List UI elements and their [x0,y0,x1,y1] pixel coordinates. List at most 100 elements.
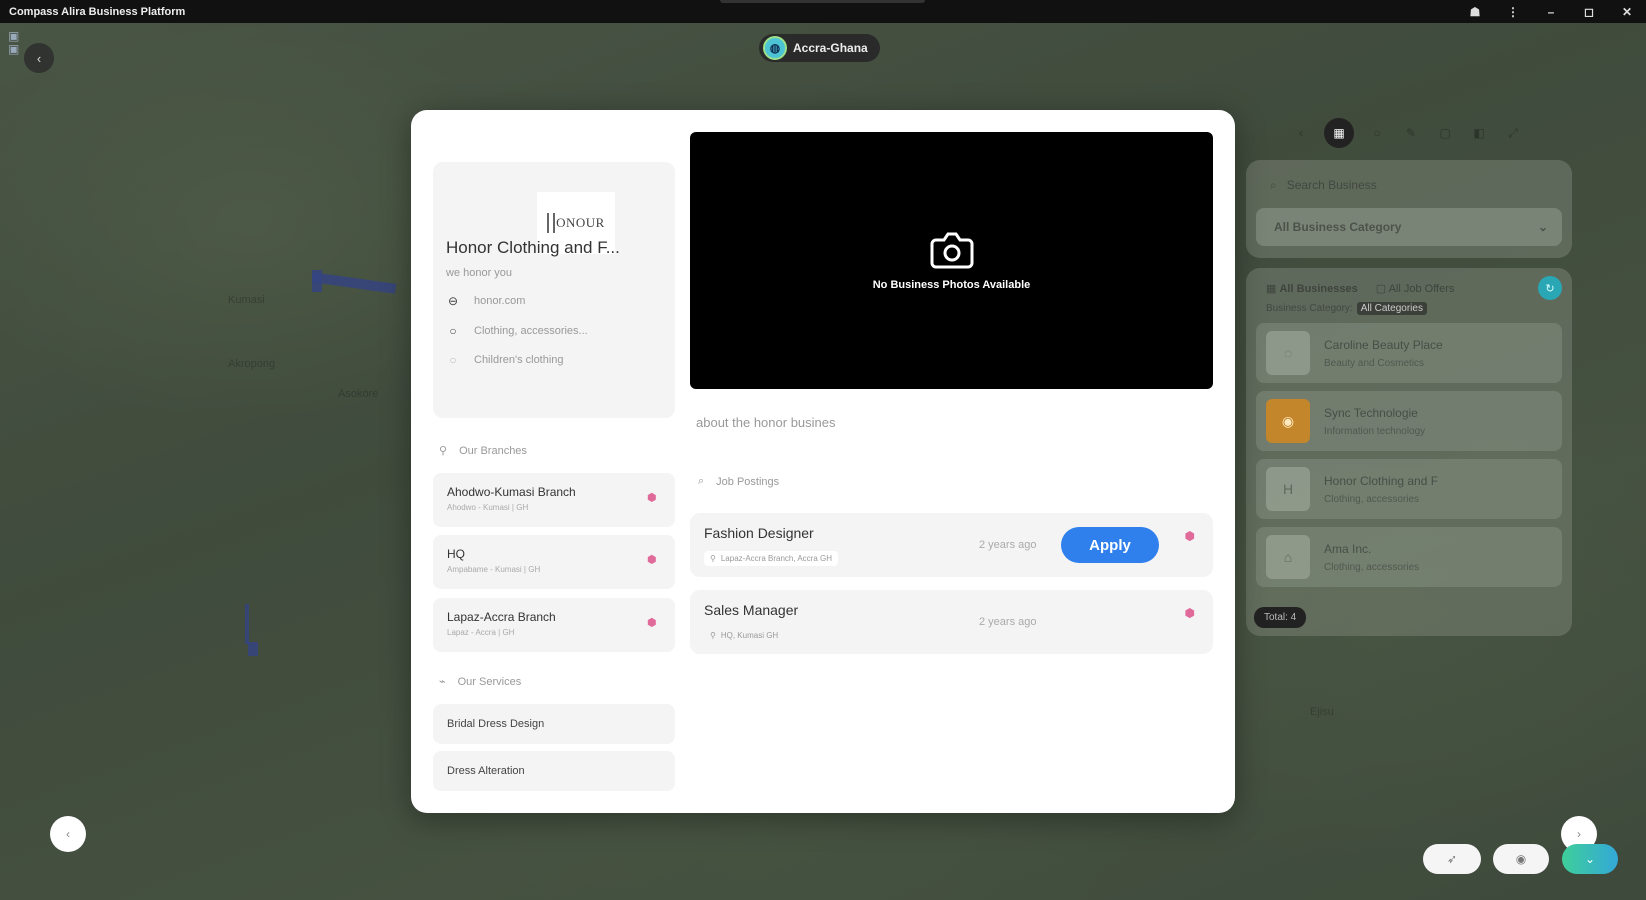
window-title: Compass Alira Business Platform [9,5,186,18]
list-item[interactable]: ⌂ Ama Inc. Clothing, accessories [1256,527,1562,587]
square-tool-icon[interactable]: ▢ [1434,122,1456,144]
list-item[interactable]: ◉ Sync Technologie Information technology [1256,391,1562,451]
subcategory-row: ○ Children's clothing [446,353,564,367]
business-logo: ◌ [1266,331,1310,375]
website-row[interactable]: ⊖ honor.com [446,294,525,308]
business-search-card: ⌕ Search Business All Business Category … [1246,160,1572,258]
circle-icon: ○ [449,353,457,367]
search-placeholder: Search Business [1286,178,1377,192]
website-link[interactable]: honor.com [474,295,525,307]
logo-text: ONOUR [556,215,605,230]
job-posted-time: 2 years ago [979,539,1037,551]
apply-button[interactable]: Apply [1061,527,1159,563]
list-item[interactable]: H Honor Clothing and F Clothing, accessor… [1256,459,1562,519]
job-posted-time: 2 years ago [979,616,1037,628]
business-name: Sync Technologie [1324,405,1418,420]
chevron-left-icon[interactable]: ‹ [1290,122,1312,144]
grid-view-icon[interactable]: ▦ [1324,118,1354,148]
visibility-button[interactable]: ◉ [1493,844,1549,874]
location-label: Accra-Ghana [793,41,868,55]
navigation-icon: ➶ [1446,852,1458,866]
service-item[interactable]: Bridal Dress Design [433,704,675,744]
total-badge: Total: 4 [1254,607,1307,628]
globe-icon: ◍ [763,36,787,60]
branch-card[interactable]: HQ Ampabame - Kumasi | GH ⬢ [433,535,675,589]
branch-location: Lapaz - Accra | GH [447,628,515,637]
collapse-button[interactable]: ⌄ [1562,844,1618,874]
directions-button[interactable]: ➶ [1423,844,1481,874]
map-toolbar: ‹ ▦ ○ ✎ ▢ ◧ ⤢ [1290,118,1524,148]
location-pill[interactable]: ◍ Accra-Ghana [759,34,880,62]
branches-heading: ⚲ Our Branches [439,444,527,458]
circle-tool-icon[interactable]: ○ [1366,122,1388,144]
map-pin-icon[interactable]: ⬢ [647,491,657,504]
title-notch [720,0,925,3]
branch-location: Ampabame - Kumasi | GH [447,565,541,574]
job-search-placeholder: Job Postings [716,475,780,488]
job-title: Sales Manager [704,602,799,618]
expand-icon[interactable]: ⤢ [1502,122,1524,144]
business-logo: ⌂ [1266,535,1310,579]
job-location: ⚲ Lapaz-Accra Branch, Accra GH [704,551,839,566]
job-location: ⚲ HQ, Kumasi GH [710,631,779,640]
back-button[interactable]: ‹ [24,43,54,73]
previous-button[interactable]: ‹ [50,816,86,852]
map-pin-icon[interactable]: ⬢ [1185,529,1195,543]
job-title: Fashion Designer [704,525,814,541]
services-icon: ⌁ [439,676,446,688]
search-input[interactable]: ⌕ Search Business [1256,170,1562,200]
map-pin-icon[interactable]: ⬢ [1185,606,1195,620]
tab-all-job-offers[interactable]: ▢ All Job Offers [1376,282,1455,295]
job-posting[interactable]: Sales Manager ⚲ HQ, Kumasi GH 2 years ago… [690,590,1213,654]
job-search-input[interactable]: ⌕ Job Postings [698,475,779,488]
category-text: Clothing, accessories... [474,325,588,337]
tab-all-businesses[interactable]: ▦ All Businesses [1266,282,1358,295]
no-photos-text: No Business Photos Available [872,278,1031,291]
location-pin-icon: ⚲ [710,554,716,563]
branch-card[interactable]: Lapaz-Accra Branch Lapaz - Accra | GH ⬢ [433,598,675,652]
maximize-button[interactable]: ◻ [1570,0,1608,23]
business-category: Clothing, accessories [1324,561,1420,573]
business-name: Honor Clothing and F [1324,473,1439,488]
business-tagline: we honor you [446,267,513,279]
chevron-down-icon: ⌄ [1537,220,1548,234]
job-posting[interactable]: Fashion Designer ⚲ Lapaz-Accra Branch, Ac… [690,513,1213,577]
layers-icon[interactable]: ▣ ▣ [8,30,24,60]
close-button[interactable]: ✕ [1608,0,1646,23]
minimize-button[interactable]: – [1532,0,1570,23]
business-photos-area: No Business Photos Available [690,132,1213,389]
business-profile-card: ONOUR [433,162,675,418]
logo-mark-icon [547,213,556,233]
business-category: Beauty and Cosmetics [1324,357,1425,369]
business-details-modal: ONOUR Honor Clothing and F... we honor y… [411,110,1235,813]
camera-icon [930,232,973,268]
map-pin-icon[interactable]: ⬢ [647,616,657,629]
title-bar: Compass Alira Business Platform ☗ ⋮ – ◻ … [0,0,1646,23]
filter-label: Business Category: [1266,303,1353,314]
business-list-card: ▦ All Businesses ▢ All Job Offers ↻ Busi… [1246,268,1572,636]
branch-name: Lapaz-Accra Branch [447,610,556,624]
refresh-icon[interactable]: ↻ [1538,276,1562,300]
menu-icon[interactable]: ⋮ [1494,0,1532,23]
subcategory-text: Children's clothing [474,354,564,366]
list-item[interactable]: ◌ Caroline Beauty Place Beauty and Cosmet… [1256,323,1562,383]
globe-icon: ⊖ [447,294,459,308]
business-category: Information technology [1324,425,1426,437]
service-item[interactable]: Dress Alteration [433,751,675,791]
layer-tool-icon[interactable]: ◧ [1468,122,1490,144]
eye-icon: ◉ [1515,852,1527,866]
business-logo: H [1266,467,1310,511]
branch-name: Ahodwo-Kumasi Branch [447,485,576,499]
extension-icon[interactable]: ☗ [1456,0,1494,23]
draw-tool-icon[interactable]: ✎ [1400,122,1422,144]
branches-label: Our Branches [459,444,527,457]
business-category: Clothing, accessories [1324,493,1420,505]
map-pin-icon[interactable]: ⬢ [647,553,657,566]
branch-card[interactable]: Ahodwo-Kumasi Branch Ahodwo - Kumasi | G… [433,473,675,527]
category-select[interactable]: All Business Category ⌄ [1256,208,1562,246]
location-pin-icon: ⚲ [710,631,716,640]
filter-chip[interactable]: All Categories [1356,302,1427,315]
business-name: Ama Inc. [1324,541,1372,556]
search-icon: ⌕ [1270,177,1277,192]
search-icon: ⌕ [698,475,705,487]
